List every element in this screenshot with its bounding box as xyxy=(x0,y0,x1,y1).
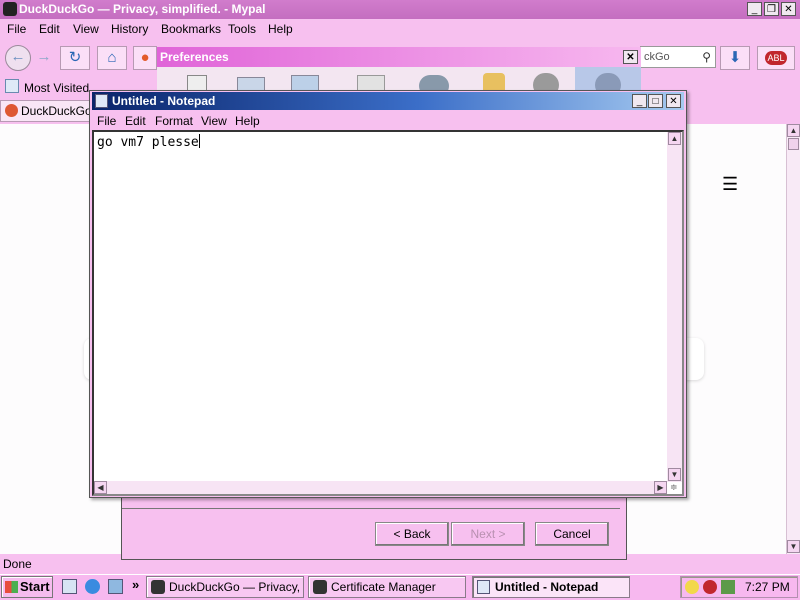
next-button[interactable]: Next > xyxy=(451,522,525,546)
task-certificate-manager[interactable]: Certificate Manager xyxy=(308,576,466,598)
quicklaunch-chevron-icon[interactable]: » xyxy=(132,577,139,592)
bookmark-folder-icon xyxy=(5,79,19,93)
status-text: Done xyxy=(3,557,32,571)
close-button[interactable]: ✕ xyxy=(781,2,796,16)
mypal-task-icon xyxy=(151,580,165,594)
home-icon[interactable]: ⌂ xyxy=(97,46,127,70)
system-tray: 7:27 PM xyxy=(680,576,798,598)
browser-scrollbar[interactable]: ▲ ▼ xyxy=(786,124,800,554)
antivirus-icon[interactable] xyxy=(703,580,717,594)
bookmark-most-visited[interactable]: Most Visited xyxy=(24,81,89,95)
scroll-up-icon[interactable]: ▲ xyxy=(787,124,800,137)
notepad-scroll-right-icon[interactable]: ▶ xyxy=(654,481,667,494)
cancel-button[interactable]: Cancel xyxy=(535,522,609,546)
scroll-down-icon[interactable]: ▼ xyxy=(787,540,800,553)
mypal-app-icon xyxy=(3,2,17,16)
network-icon[interactable] xyxy=(721,580,735,594)
search-icon[interactable]: ⚲ xyxy=(702,47,711,67)
start-label: Start xyxy=(20,579,50,594)
notepad-title: Untitled - Notepad xyxy=(112,94,216,108)
preferences-title: Preferences xyxy=(160,50,229,64)
menu-tools[interactable]: Tools xyxy=(228,22,256,36)
menu-view[interactable]: View xyxy=(73,22,99,36)
text-caret xyxy=(198,134,200,148)
minimize-button[interactable]: _ xyxy=(747,2,762,16)
outlook-express-icon[interactable] xyxy=(108,579,123,594)
internet-explorer-icon[interactable] xyxy=(85,579,100,594)
search-text: ckGo xyxy=(644,51,670,63)
clock[interactable]: 7:27 PM xyxy=(745,580,790,594)
tab-label: DuckDuckGo - xyxy=(21,104,92,118)
tab-duckduckgo[interactable]: DuckDuckGo - xyxy=(0,100,92,122)
browser-title: DuckDuckGo — Privacy, simplified. - Mypa… xyxy=(19,2,266,16)
show-desktop-icon[interactable] xyxy=(62,579,77,594)
notepad-minimize-button[interactable]: _ xyxy=(632,94,647,108)
notepad-menu-format[interactable]: Format xyxy=(155,114,193,128)
notepad-maximize-button[interactable]: □ xyxy=(648,94,663,108)
notepad-content: go vm7 plesse xyxy=(97,135,199,150)
adblock-icon[interactable]: ABL xyxy=(757,46,795,70)
browser-menubar: File Edit View History Bookmarks Tools H… xyxy=(0,19,800,40)
notepad-horizontal-scrollbar[interactable]: ◀ ▶ xyxy=(94,481,667,494)
notepad-menubar: File Edit Format View Help xyxy=(92,111,684,130)
task-duckduckgo[interactable]: DuckDuckGo — Privacy, ... xyxy=(146,576,304,598)
menu-history[interactable]: History xyxy=(111,22,148,36)
menu-edit[interactable]: Edit xyxy=(39,22,60,36)
notepad-vertical-scrollbar[interactable]: ▲ ▼ xyxy=(667,132,682,482)
task-label: DuckDuckGo — Privacy, ... xyxy=(169,580,304,594)
resize-grip-icon[interactable]: ≑ xyxy=(670,482,682,494)
start-button[interactable]: Start xyxy=(1,576,53,598)
notepad-task-icon xyxy=(477,580,490,594)
notepad-menu-edit[interactable]: Edit xyxy=(125,114,146,128)
back-button[interactable]: < Back xyxy=(375,522,449,546)
duckduckgo-icon xyxy=(5,104,18,117)
menu-bookmarks[interactable]: Bookmarks xyxy=(161,22,221,36)
reload-icon[interactable]: ↻ xyxy=(60,46,90,70)
menu-help[interactable]: Help xyxy=(268,22,293,36)
hamburger-menu-icon[interactable]: ☰ xyxy=(722,174,738,195)
site-identity-icon[interactable]: ● xyxy=(133,46,157,70)
restore-button[interactable]: ❐ xyxy=(764,2,779,16)
notepad-titlebar[interactable]: Untitled - Notepad _ □ ✕ xyxy=(92,92,684,110)
notepad-close-button[interactable]: ✕ xyxy=(666,94,681,108)
menu-file[interactable]: File xyxy=(7,22,26,36)
preferences-titlebar[interactable]: Preferences ✕ xyxy=(157,47,641,67)
task-notepad[interactable]: Untitled - Notepad xyxy=(472,576,630,598)
back-arrow-icon[interactable]: ← xyxy=(5,45,31,71)
notepad-scroll-up-icon[interactable]: ▲ xyxy=(668,132,681,145)
security-shield-icon[interactable] xyxy=(685,580,699,594)
mypal-task-icon xyxy=(313,580,327,594)
dialog-edge xyxy=(620,496,627,558)
notepad-scroll-left-icon[interactable]: ◀ xyxy=(94,481,107,494)
windows-logo-icon xyxy=(5,581,18,593)
notepad-menu-view[interactable]: View xyxy=(201,114,227,128)
forward-arrow-icon[interactable]: → xyxy=(34,46,54,70)
task-label: Untitled - Notepad xyxy=(495,580,599,594)
browser-titlebar[interactable]: DuckDuckGo — Privacy, simplified. - Mypa… xyxy=(0,0,800,19)
notepad-text-area[interactable]: go vm7 plesse xyxy=(92,130,684,496)
notepad-app-icon xyxy=(95,94,108,108)
search-input[interactable]: ckGo ⚲ xyxy=(640,46,716,68)
preferences-divider xyxy=(122,508,622,509)
notepad-menu-help[interactable]: Help xyxy=(235,114,260,128)
download-icon[interactable]: ⬇ xyxy=(720,46,750,70)
scroll-thumb[interactable] xyxy=(788,138,799,150)
notepad-menu-file[interactable]: File xyxy=(97,114,116,128)
notepad-scroll-down-icon[interactable]: ▼ xyxy=(668,468,681,481)
task-label: Certificate Manager xyxy=(331,580,436,594)
preferences-close-button[interactable]: ✕ xyxy=(623,50,638,64)
